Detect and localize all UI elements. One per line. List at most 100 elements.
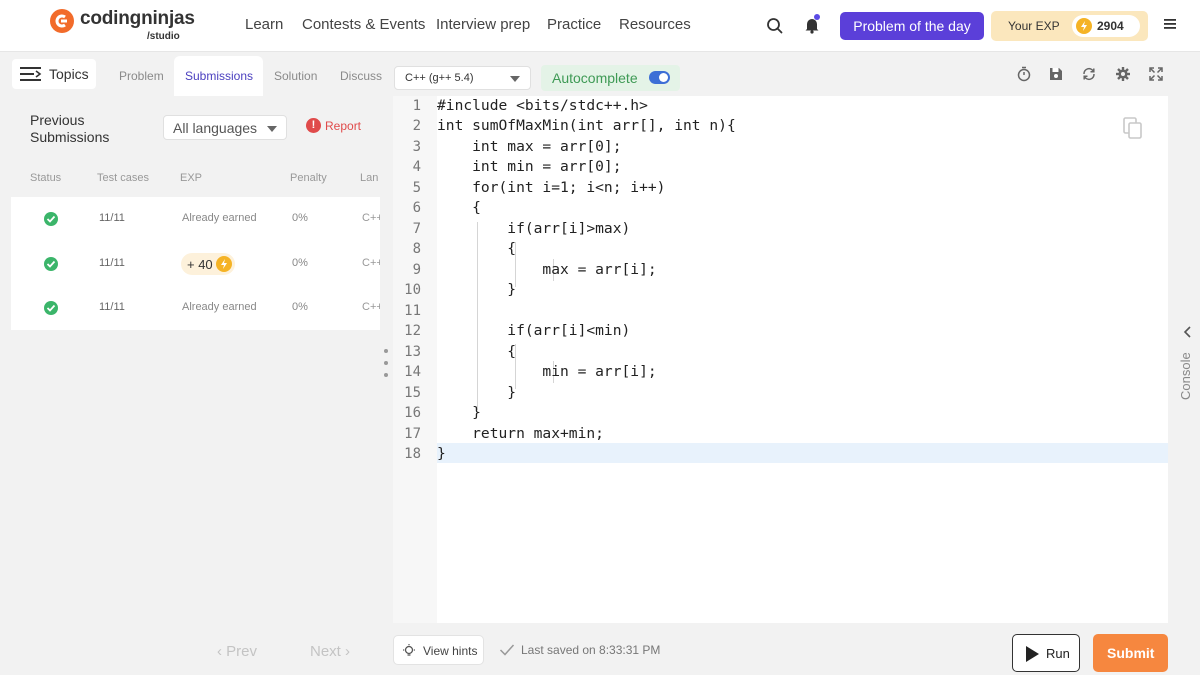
autocomplete-control: Autocomplete bbox=[541, 65, 680, 91]
tab-problem[interactable]: Problem bbox=[119, 69, 164, 83]
col-penalty: Penalty bbox=[290, 172, 327, 184]
autocomplete-label: Autocomplete bbox=[552, 70, 638, 86]
nav-resources[interactable]: Resources bbox=[619, 16, 691, 33]
language-cell: C++ bbox=[362, 301, 380, 313]
notification-bell-icon[interactable] bbox=[804, 17, 824, 37]
console-label[interactable]: Console bbox=[1178, 352, 1193, 400]
brand-logo[interactable]: codingninjas /studio bbox=[50, 8, 200, 44]
code-editor[interactable]: 1 2 3 4 5 6 7 8 9 10 11 12 13 14 15 16 1… bbox=[393, 96, 1168, 623]
exp-badge[interactable]: Your EXP 2904 bbox=[991, 11, 1148, 41]
exp-value: 2904 bbox=[1097, 19, 1124, 33]
language-filter-value: All languages bbox=[173, 120, 258, 136]
resize-handle-dot[interactable] bbox=[384, 349, 388, 353]
language-cell: C++ bbox=[362, 257, 380, 269]
compiler-select[interactable]: C++ (g++ 5.4) bbox=[394, 66, 531, 90]
col-test-cases: Test cases bbox=[97, 172, 149, 184]
code-line: if(arr[i]>max) bbox=[437, 220, 631, 237]
lightning-coin-icon bbox=[1076, 18, 1092, 34]
submission-row[interactable]: 11/11 Already earned 0% C++ bbox=[11, 197, 380, 241]
check-circle-icon bbox=[44, 301, 58, 315]
check-circle-icon bbox=[44, 257, 58, 271]
tab-discuss[interactable]: Discuss bbox=[340, 69, 382, 83]
title-line-2: Submissions bbox=[30, 129, 110, 145]
line-number: 6 bbox=[412, 200, 421, 216]
exp-earned-badge: + 40 bbox=[181, 253, 235, 275]
line-number: 3 bbox=[412, 139, 421, 155]
code-line: } bbox=[437, 384, 517, 401]
line-number: 12 bbox=[404, 323, 421, 339]
code-line: } bbox=[437, 404, 481, 421]
settings-icon[interactable] bbox=[1115, 66, 1131, 82]
check-circle-icon bbox=[44, 212, 58, 226]
col-language: Lan bbox=[360, 172, 379, 184]
line-number: 2 bbox=[412, 118, 421, 134]
copy-icon[interactable] bbox=[1122, 116, 1144, 140]
penalty-cell: 0% bbox=[292, 212, 308, 224]
tab-solution[interactable]: Solution bbox=[274, 69, 317, 83]
view-hints-button[interactable]: View hints bbox=[393, 635, 484, 665]
top-navbar: codingninjas /studio Learn Contests & Ev… bbox=[0, 0, 1200, 52]
line-number: 17 bbox=[404, 426, 421, 442]
submit-button[interactable]: Submit bbox=[1093, 634, 1168, 672]
prev-label: Prev bbox=[226, 643, 258, 660]
resize-handle-dot[interactable] bbox=[384, 361, 388, 365]
code-line: min = arr[i]; bbox=[437, 363, 657, 380]
line-number: 11 bbox=[404, 303, 421, 319]
exp-earned-value: + 40 bbox=[187, 257, 213, 272]
submission-row[interactable]: 11/11 + 40 0% C++ bbox=[11, 241, 380, 285]
code-line: { bbox=[437, 240, 517, 257]
code-line: { bbox=[437, 199, 481, 216]
timer-icon[interactable] bbox=[1016, 66, 1032, 82]
next-label: Next bbox=[310, 643, 341, 660]
save-icon[interactable] bbox=[1048, 66, 1064, 82]
search-icon[interactable] bbox=[766, 17, 786, 37]
line-number: 10 bbox=[404, 282, 421, 298]
nav-practice[interactable]: Practice bbox=[547, 16, 601, 33]
checkmark-icon bbox=[499, 644, 515, 656]
nav-learn[interactable]: Learn bbox=[245, 16, 283, 33]
line-number: 13 bbox=[404, 344, 421, 360]
exp-label: Your EXP bbox=[1008, 19, 1060, 33]
line-number: 15 bbox=[404, 385, 421, 401]
code-line: int min = arr[0]; bbox=[437, 158, 622, 175]
submission-row[interactable]: 11/11 Already earned 0% C++ bbox=[11, 285, 380, 329]
topics-menu-icon bbox=[20, 67, 42, 81]
code-line: } bbox=[437, 281, 517, 298]
line-number: 8 bbox=[412, 241, 421, 257]
topics-button[interactable]: Topics bbox=[12, 59, 96, 89]
resize-handle-dot[interactable] bbox=[384, 373, 388, 377]
reset-icon[interactable] bbox=[1081, 66, 1097, 82]
next-page-button[interactable]: Next › bbox=[310, 643, 350, 660]
test-cases-cell: 11/11 bbox=[99, 301, 125, 313]
title-line-1: Previous bbox=[30, 112, 85, 128]
autocomplete-toggle[interactable] bbox=[649, 71, 670, 84]
code-line: return max+min; bbox=[437, 425, 604, 442]
tab-submissions[interactable]: Submissions bbox=[174, 56, 263, 96]
code-line: if(arr[i]<min) bbox=[437, 322, 631, 339]
line-number: 4 bbox=[412, 159, 421, 175]
line-number: 5 bbox=[412, 180, 421, 196]
line-number: 18 bbox=[404, 446, 421, 462]
line-number: 14 bbox=[404, 364, 421, 380]
prev-page-button[interactable]: ‹ Prev bbox=[217, 643, 257, 660]
brand-sub: /studio bbox=[147, 31, 180, 42]
run-button[interactable]: Run bbox=[1012, 634, 1080, 672]
report-label: Report bbox=[325, 119, 362, 133]
nav-contests-events[interactable]: Contests & Events bbox=[302, 16, 425, 33]
language-filter-dropdown[interactable]: All languages bbox=[163, 115, 287, 140]
alert-icon: ! bbox=[306, 118, 321, 133]
problem-of-the-day-button[interactable]: Problem of the day bbox=[840, 12, 984, 40]
notification-dot bbox=[814, 14, 820, 20]
caret-down-icon bbox=[510, 76, 520, 82]
test-cases-cell: 11/11 bbox=[99, 257, 125, 269]
line-number: 1 bbox=[412, 98, 421, 114]
nav-interview-prep[interactable]: Interview prep bbox=[436, 16, 530, 33]
fullscreen-icon[interactable] bbox=[1148, 66, 1164, 82]
topics-label: Topics bbox=[49, 66, 89, 82]
code-line: int max = arr[0]; bbox=[437, 138, 622, 155]
line-number: 16 bbox=[404, 405, 421, 421]
submit-label: Submit bbox=[1107, 645, 1155, 661]
code-line: max = arr[i]; bbox=[437, 261, 657, 278]
hamburger-menu-icon[interactable] bbox=[1163, 17, 1177, 31]
col-exp: EXP bbox=[180, 172, 203, 184]
